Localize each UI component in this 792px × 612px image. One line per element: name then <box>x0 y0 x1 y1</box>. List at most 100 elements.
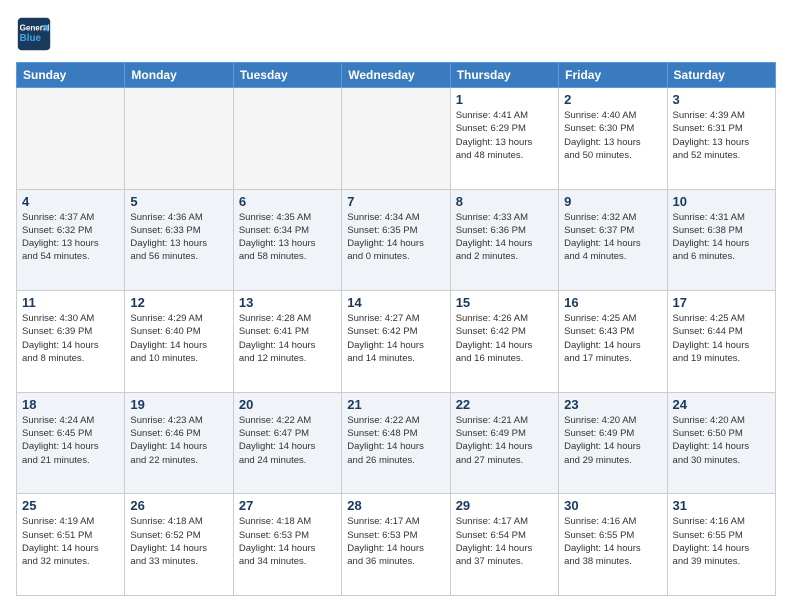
calendar-cell: 20 Sunrise: 4:22 AM Sunset: 6:47 PM Dayli… <box>233 392 341 494</box>
day-number: 10 <box>673 194 770 209</box>
calendar-cell: 7Sunrise: 4:34 AM Sunset: 6:35 PM Daylig… <box>342 189 450 291</box>
day-number: 2 <box>564 92 661 107</box>
calendar-cell: 28 Sunrise: 4:17 AM Sunset: 6:53 PM Dayli… <box>342 494 450 596</box>
weekday-header-wednesday: Wednesday <box>342 63 450 88</box>
day-number: 8 <box>456 194 553 209</box>
day-info: Sunrise: 4:37 AM Sunset: 6:32 PM Dayligh… <box>22 211 119 264</box>
calendar-cell: 2 Sunrise: 4:40 AM Sunset: 6:30 PM Daylig… <box>559 88 667 190</box>
day-info: Sunrise: 4:18 AM Sunset: 6:52 PM Dayligh… <box>130 515 227 568</box>
day-info: Sunrise: 4:21 AM Sunset: 6:49 PM Dayligh… <box>456 414 553 467</box>
day-info: Sunrise: 4:32 AM Sunset: 6:37 PM Dayligh… <box>564 211 661 264</box>
svg-text:Blue: Blue <box>20 33 42 44</box>
day-number: 19 <box>130 397 227 412</box>
calendar-cell: 4 Sunrise: 4:37 AM Sunset: 6:32 PM Daylig… <box>17 189 125 291</box>
calendar-cell: 3Sunrise: 4:39 AM Sunset: 6:31 PM Daylig… <box>667 88 775 190</box>
day-number: 1 <box>456 92 553 107</box>
day-info: Sunrise: 4:22 AM Sunset: 6:47 PM Dayligh… <box>239 414 336 467</box>
weekday-header-monday: Monday <box>125 63 233 88</box>
day-info: Sunrise: 4:29 AM Sunset: 6:40 PM Dayligh… <box>130 312 227 365</box>
day-number: 11 <box>22 295 119 310</box>
calendar-cell: 8Sunrise: 4:33 AM Sunset: 6:36 PM Daylig… <box>450 189 558 291</box>
weekday-header-tuesday: Tuesday <box>233 63 341 88</box>
calendar-cell: 31 Sunrise: 4:16 AM Sunset: 6:55 PM Dayli… <box>667 494 775 596</box>
week-row-2: 4 Sunrise: 4:37 AM Sunset: 6:32 PM Daylig… <box>17 189 776 291</box>
day-number: 30 <box>564 498 661 513</box>
calendar-cell: 6 Sunrise: 4:35 AM Sunset: 6:34 PM Daylig… <box>233 189 341 291</box>
day-info: Sunrise: 4:35 AM Sunset: 6:34 PM Dayligh… <box>239 211 336 264</box>
day-number: 24 <box>673 397 770 412</box>
day-number: 13 <box>239 295 336 310</box>
day-info: Sunrise: 4:18 AM Sunset: 6:53 PM Dayligh… <box>239 515 336 568</box>
day-number: 16 <box>564 295 661 310</box>
day-number: 15 <box>456 295 553 310</box>
calendar-cell: 29 Sunrise: 4:17 AM Sunset: 6:54 PM Dayli… <box>450 494 558 596</box>
day-number: 28 <box>347 498 444 513</box>
day-info: Sunrise: 4:27 AM Sunset: 6:42 PM Dayligh… <box>347 312 444 365</box>
day-number: 20 <box>239 397 336 412</box>
calendar-cell: 21 Sunrise: 4:22 AM Sunset: 6:48 PM Dayli… <box>342 392 450 494</box>
day-number: 31 <box>673 498 770 513</box>
calendar-cell: 11 Sunrise: 4:30 AM Sunset: 6:39 PM Dayli… <box>17 291 125 393</box>
calendar-cell: 14 Sunrise: 4:27 AM Sunset: 6:42 PM Dayli… <box>342 291 450 393</box>
calendar-cell: 17 Sunrise: 4:25 AM Sunset: 6:44 PM Dayli… <box>667 291 775 393</box>
calendar-cell: 1 Sunrise: 4:41 AM Sunset: 6:29 PM Daylig… <box>450 88 558 190</box>
page: General Blue SundayMondayTuesdayWednesda… <box>0 0 792 612</box>
weekday-header-saturday: Saturday <box>667 63 775 88</box>
day-number: 5 <box>130 194 227 209</box>
day-info: Sunrise: 4:30 AM Sunset: 6:39 PM Dayligh… <box>22 312 119 365</box>
day-info: Sunrise: 4:24 AM Sunset: 6:45 PM Dayligh… <box>22 414 119 467</box>
header: General Blue <box>16 16 776 52</box>
calendar-cell: 5Sunrise: 4:36 AM Sunset: 6:33 PM Daylig… <box>125 189 233 291</box>
day-number: 9 <box>564 194 661 209</box>
day-info: Sunrise: 4:17 AM Sunset: 6:54 PM Dayligh… <box>456 515 553 568</box>
day-number: 4 <box>22 194 119 209</box>
day-info: Sunrise: 4:41 AM Sunset: 6:29 PM Dayligh… <box>456 109 553 162</box>
calendar-cell <box>342 88 450 190</box>
week-row-1: 1 Sunrise: 4:41 AM Sunset: 6:29 PM Daylig… <box>17 88 776 190</box>
calendar-cell <box>233 88 341 190</box>
calendar-cell: 30 Sunrise: 4:16 AM Sunset: 6:55 PM Dayli… <box>559 494 667 596</box>
day-number: 21 <box>347 397 444 412</box>
day-number: 17 <box>673 295 770 310</box>
week-row-5: 25 Sunrise: 4:19 AM Sunset: 6:51 PM Dayli… <box>17 494 776 596</box>
calendar-cell: 12Sunrise: 4:29 AM Sunset: 6:40 PM Dayli… <box>125 291 233 393</box>
day-number: 18 <box>22 397 119 412</box>
day-info: Sunrise: 4:28 AM Sunset: 6:41 PM Dayligh… <box>239 312 336 365</box>
week-row-3: 11 Sunrise: 4:30 AM Sunset: 6:39 PM Dayli… <box>17 291 776 393</box>
logo: General Blue <box>16 16 56 52</box>
weekday-header-sunday: Sunday <box>17 63 125 88</box>
day-number: 22 <box>456 397 553 412</box>
calendar-cell: 18 Sunrise: 4:24 AM Sunset: 6:45 PM Dayli… <box>17 392 125 494</box>
day-info: Sunrise: 4:22 AM Sunset: 6:48 PM Dayligh… <box>347 414 444 467</box>
logo-icon: General Blue <box>16 16 52 52</box>
day-info: Sunrise: 4:16 AM Sunset: 6:55 PM Dayligh… <box>673 515 770 568</box>
day-info: Sunrise: 4:19 AM Sunset: 6:51 PM Dayligh… <box>22 515 119 568</box>
calendar-cell: 13 Sunrise: 4:28 AM Sunset: 6:41 PM Dayli… <box>233 291 341 393</box>
day-number: 7 <box>347 194 444 209</box>
calendar-cell <box>17 88 125 190</box>
day-number: 23 <box>564 397 661 412</box>
day-info: Sunrise: 4:25 AM Sunset: 6:43 PM Dayligh… <box>564 312 661 365</box>
weekday-header-friday: Friday <box>559 63 667 88</box>
day-info: Sunrise: 4:40 AM Sunset: 6:30 PM Dayligh… <box>564 109 661 162</box>
day-info: Sunrise: 4:20 AM Sunset: 6:49 PM Dayligh… <box>564 414 661 467</box>
day-info: Sunrise: 4:16 AM Sunset: 6:55 PM Dayligh… <box>564 515 661 568</box>
day-number: 3 <box>673 92 770 107</box>
day-number: 25 <box>22 498 119 513</box>
weekday-header-thursday: Thursday <box>450 63 558 88</box>
calendar-cell: 23 Sunrise: 4:20 AM Sunset: 6:49 PM Dayli… <box>559 392 667 494</box>
day-info: Sunrise: 4:25 AM Sunset: 6:44 PM Dayligh… <box>673 312 770 365</box>
day-number: 29 <box>456 498 553 513</box>
day-number: 14 <box>347 295 444 310</box>
day-number: 6 <box>239 194 336 209</box>
calendar-cell: 22 Sunrise: 4:21 AM Sunset: 6:49 PM Dayli… <box>450 392 558 494</box>
day-number: 26 <box>130 498 227 513</box>
calendar-table: SundayMondayTuesdayWednesdayThursdayFrid… <box>16 62 776 596</box>
day-info: Sunrise: 4:17 AM Sunset: 6:53 PM Dayligh… <box>347 515 444 568</box>
calendar-cell: 24Sunrise: 4:20 AM Sunset: 6:50 PM Dayli… <box>667 392 775 494</box>
day-info: Sunrise: 4:31 AM Sunset: 6:38 PM Dayligh… <box>673 211 770 264</box>
calendar-cell: 25 Sunrise: 4:19 AM Sunset: 6:51 PM Dayli… <box>17 494 125 596</box>
weekday-header-row: SundayMondayTuesdayWednesdayThursdayFrid… <box>17 63 776 88</box>
day-info: Sunrise: 4:23 AM Sunset: 6:46 PM Dayligh… <box>130 414 227 467</box>
calendar-cell: 19 Sunrise: 4:23 AM Sunset: 6:46 PM Dayli… <box>125 392 233 494</box>
